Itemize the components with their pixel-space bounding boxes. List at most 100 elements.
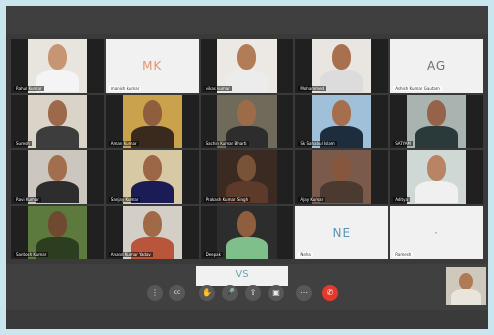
participant-tile[interactable]: Rahul Kumar (11, 39, 104, 93)
participant-video (27, 39, 88, 93)
participant-initials: · (434, 225, 439, 240)
participant-name: Aman Kumar (108, 141, 139, 146)
participant-tile[interactable]: Mohammed (295, 39, 389, 93)
participant-head (47, 155, 67, 182)
participant-tile[interactable]: Santosh Kumar (11, 205, 104, 259)
participant-tile[interactable]: SATYAM (390, 94, 483, 148)
participant-name: Sachin Kumar Bharti (203, 141, 249, 146)
self-view-body (451, 289, 481, 305)
participant-body (36, 125, 79, 148)
participant-tile[interactable]: MK manish kumar (105, 39, 199, 93)
raise-hand-button[interactable]: ✋ (199, 285, 215, 301)
participant-head (332, 155, 352, 182)
participant-head (237, 210, 257, 237)
participant-head (237, 44, 257, 71)
end-call-button[interactable]: ✆ (322, 285, 338, 301)
mic-button[interactable]: 🎤 (222, 285, 238, 301)
participant-video (122, 150, 182, 204)
participant-head (427, 155, 447, 182)
participant-head (142, 155, 162, 182)
participant-video (312, 94, 372, 148)
participant-tile[interactable]: Ajay Kumar (295, 150, 389, 204)
participant-head (427, 99, 447, 126)
participant-tile[interactable]: Sanjay Kumar (105, 150, 199, 204)
participant-head (237, 155, 257, 182)
participant-tile[interactable]: Deepak (200, 205, 294, 259)
participant-name: Sk Sahabul Islam (298, 141, 337, 146)
top-bar (6, 6, 488, 34)
participant-name: manish kumar (108, 85, 142, 91)
participant-head (47, 99, 67, 126)
participant-name: Mohammed (298, 85, 327, 91)
participant-initials: MK (142, 59, 163, 74)
participant-initials: NE (332, 225, 352, 240)
participant-video (312, 150, 372, 204)
captions-button[interactable]: cc (169, 285, 185, 301)
participant-video (122, 94, 182, 148)
participant-body (36, 181, 79, 204)
more-options-icon[interactable]: ⋮ (147, 285, 163, 301)
participant-video (122, 205, 182, 259)
participant-name: Santosh Kumar (14, 252, 49, 257)
participant-name: Aditya (393, 196, 410, 202)
participant-head (332, 99, 352, 126)
participant-head (142, 210, 162, 237)
participant-head (332, 44, 352, 71)
participant-name: Neha (298, 252, 313, 257)
participant-tile[interactable]: Suresh (11, 94, 104, 148)
participant-name: vikas kumar (203, 85, 232, 91)
participant-name: Sanjay Kumar (108, 196, 141, 202)
participant-tile[interactable]: vikas kumar (200, 39, 294, 93)
participant-video (27, 205, 88, 259)
participant-body (415, 125, 458, 148)
participant-video (217, 94, 277, 148)
participant-tile[interactable]: Sk Sahabul Islam (295, 94, 389, 148)
bottom-strip (6, 310, 488, 329)
participant-video (312, 39, 372, 93)
participant-name: Ajay Kumar (298, 196, 326, 202)
participant-tile[interactable]: · Ramesh (390, 205, 483, 259)
self-view[interactable] (446, 267, 486, 305)
participant-body (225, 236, 269, 259)
participant-body (225, 70, 269, 93)
participant-body (415, 181, 458, 204)
participant-head (237, 99, 257, 126)
participant-name: Deepak (203, 252, 223, 257)
participant-video (406, 150, 467, 204)
participant-name: Anand Kumar Yadav (108, 252, 153, 257)
participant-tile[interactable]: NE Neha (295, 205, 389, 259)
participant-name: SATYAM (393, 141, 413, 146)
camera-button[interactable]: ▣ (268, 285, 284, 301)
participant-name: Suresh (14, 141, 32, 146)
participant-name: Ramesh (393, 252, 414, 257)
participant-tile[interactable]: Anand Kumar Yadav (105, 205, 199, 259)
participant-head (47, 210, 67, 237)
participant-body (320, 181, 364, 204)
participant-video (406, 94, 467, 148)
options-button[interactable]: ⋯ (296, 285, 312, 301)
participant-tile-vs[interactable]: VS (196, 266, 288, 286)
participant-body (320, 70, 364, 93)
participant-video (27, 94, 88, 148)
participant-initials: VS (235, 269, 249, 280)
participant-tile[interactable]: AG Ashish Kumar Gautam (390, 39, 483, 93)
participant-name: Prakash Kumar Singh (203, 196, 251, 202)
participant-initials: AG (426, 59, 447, 74)
present-button[interactable]: ⇪ (245, 285, 261, 301)
participant-video (27, 150, 88, 204)
participant-video (217, 205, 277, 259)
participant-tile[interactable]: Ravi Kumar (11, 150, 104, 204)
participant-grid: Rahul Kumar MK manish kumar vikas kumar Moha… (10, 38, 484, 260)
participant-tile[interactable]: Prakash Kumar Singh (200, 150, 294, 204)
self-view-head (459, 273, 473, 290)
participant-tile[interactable]: Aditya (390, 150, 483, 204)
participant-name: Rahul Kumar (14, 85, 44, 91)
participant-tile[interactable]: Sachin Kumar Bharti (200, 94, 294, 148)
participant-video (217, 39, 277, 93)
participant-name: Ashish Kumar Gautam (393, 85, 442, 91)
participant-video (217, 150, 277, 204)
participant-head (142, 99, 162, 126)
meeting-window: Rahul Kumar MK manish kumar vikas kumar Moha… (6, 6, 488, 329)
participant-tile[interactable]: Aman Kumar (105, 94, 199, 148)
participant-head (47, 44, 67, 71)
